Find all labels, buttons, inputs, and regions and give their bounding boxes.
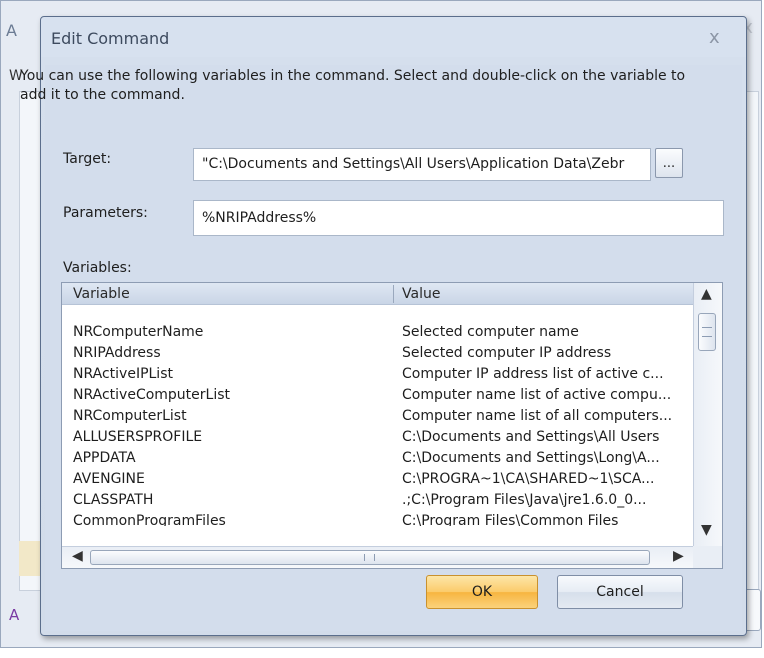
variable-cell: AVENGINE [73,471,145,487]
grip-icon [702,327,712,337]
list-header: Variable Value [62,283,693,305]
table-row[interactable]: NRComputerName Selected computer name [62,323,693,342]
scroll-left-icon[interactable]: ◀ [72,548,83,564]
value-cell: Computer IP address list of active c... [402,366,664,382]
table-row[interactable]: APPDATA C:\Documents and Settings\Long\A… [62,449,693,468]
dialog-title: Edit Command [51,29,170,48]
table-row[interactable]: NRComputerList Computer name list of all… [62,407,693,426]
cancel-button[interactable]: Cancel [557,575,683,609]
target-field[interactable]: "C:\Documents and Settings\All Users\App… [193,148,651,181]
variable-cell: NRComputerList [73,408,187,424]
horizontal-scrollbar[interactable]: ◀ ▶ [62,546,693,568]
variable-cell: ALLUSERSPROFILE [73,429,203,445]
table-row[interactable]: NRActiveComputerList Computer name list … [62,386,693,405]
value-cell: Selected computer name [402,324,579,340]
ok-button[interactable]: OK [426,575,538,609]
value-cell: C:\Documents and Settings\Long\A... [402,450,660,466]
scroll-up-icon[interactable]: ▲ [701,286,712,302]
table-row[interactable]: CLASSPATH .;C:\Program Files\Java\jre1.6… [62,491,693,510]
column-header-value[interactable]: Value [402,286,440,302]
variables-list[interactable]: Variable Value NRComputerName Selected c… [61,282,723,569]
table-row[interactable]: NRActiveIPList Computer IP address list … [62,365,693,384]
target-label: Target: [63,151,112,167]
variable-cell: NRIPAddress [73,345,161,361]
scroll-right-icon[interactable]: ▶ [673,548,684,564]
column-divider[interactable] [393,285,394,303]
background-window-title: A [6,21,17,40]
column-header-variable[interactable]: Variable [73,286,130,302]
value-cell: C:\Documents and Settings\All Users [402,429,660,445]
value-cell: C:\PROGRA~1\CA\SHARED~1\SCA... [402,471,655,487]
value-cell: Computer name list of active compu... [402,387,672,403]
scroll-down-icon[interactable]: ▼ [701,522,712,538]
close-icon[interactable]: x [709,27,720,48]
variable-cell: NRActiveIPList [73,366,173,382]
value-cell: Selected computer IP address [402,345,612,361]
value-cell: Computer name list of all computers... [402,408,673,424]
variable-cell: NRActiveComputerList [73,387,231,403]
table-row[interactable]: CommonProgramFiles C:\Program Files\Comm… [62,512,693,526]
variable-cell: CommonProgramFiles [73,513,226,526]
browse-button[interactable]: ... [655,148,683,178]
parameters-label: Parameters: [63,205,148,221]
variable-cell: NRComputerName [73,324,204,340]
value-cell: C:\Program Files\Common Files [402,513,619,526]
grip-icon [364,554,375,561]
table-row[interactable]: AVENGINE C:\PROGRA~1\CA\SHARED~1\SCA... [62,470,693,489]
table-row[interactable]: NRIPAddress Selected computer IP address [62,344,693,363]
vertical-scrollbar[interactable]: ▲ ▼ [693,283,722,546]
scrollbar-corner [693,546,722,568]
table-row[interactable]: ALLUSERSPROFILE C:\Documents and Setting… [62,428,693,447]
variable-cell: CLASSPATH [73,492,154,508]
dialog-description: You can use the following variables in t… [20,68,686,103]
parameters-field[interactable]: %NRIPAddress% [193,200,724,236]
background-link-fragment[interactable]: A [9,606,19,624]
vertical-scroll-thumb[interactable] [698,313,716,351]
variable-cell: APPDATA [73,450,136,466]
variables-label: Variables: [63,260,132,276]
horizontal-scroll-thumb[interactable] [90,550,650,565]
value-cell: .;C:\Program Files\Java\jre1.6.0_0... [402,492,647,508]
